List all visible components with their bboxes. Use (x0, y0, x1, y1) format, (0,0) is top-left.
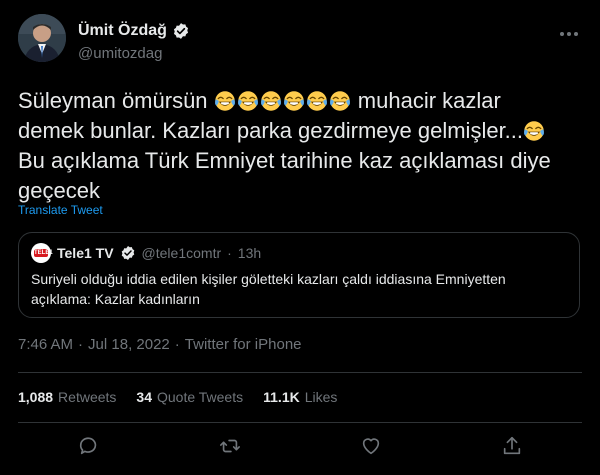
laughing-emoji-icon (260, 90, 282, 112)
quote-tweets-label: Quote Tweets (156, 389, 244, 405)
quoted-timestamp[interactable]: 13h (238, 245, 261, 261)
quoted-account-avatar[interactable]: TELE1 (31, 243, 53, 263)
translate-tweet-link[interactable]: Translate Tweet (18, 203, 103, 217)
laughing-emoji-icon (214, 90, 236, 112)
tweet-date[interactable]: Jul 18, 2022 (88, 336, 170, 353)
author-handle[interactable]: @umitozdag (78, 45, 162, 62)
retweets-count: 1,088 (18, 389, 54, 405)
laughing-emoji-icon (523, 120, 545, 142)
tweet-detail: Ümit Özdağ @umitozdag Süleyman ömürsün m… (0, 0, 600, 475)
laughing-emoji-icon (283, 90, 305, 112)
separator-dot: · (78, 336, 84, 353)
tweet-text-part: demek bunlar. Kazları parka gezdirmeye g… (18, 118, 524, 143)
quote-tweets-stat[interactable]: 34 Quote Tweets (136, 389, 243, 405)
author-name[interactable]: Ümit Özdağ (78, 22, 167, 40)
quoted-logo-text: TELE1 (34, 249, 53, 257)
verified-badge-icon (173, 23, 188, 39)
retweets-stat[interactable]: 1,088 Retweets (18, 389, 116, 405)
profile-avatar[interactable] (18, 14, 66, 62)
separator-dot: · (174, 336, 180, 353)
reply-icon[interactable] (71, 428, 107, 464)
verified-badge-icon (121, 246, 134, 260)
retweets-label: Retweets (58, 389, 117, 405)
more-options-icon[interactable] (556, 24, 582, 44)
tweet-text-part: muhacir kazlar (357, 88, 501, 113)
likes-stat[interactable]: 11.1K Likes (263, 389, 337, 405)
quoted-tweet-text: Suriyeli olduğu iddia edilen kişiler göl… (31, 271, 506, 307)
laughing-emoji-icon (237, 90, 259, 112)
tweet-text-part: Bu açıklama Türk Emniyet tarihine kaz aç… (18, 148, 551, 173)
divider (18, 422, 582, 423)
tweet-text: Süleyman ömürsün muhacir kazlar demek bu… (18, 86, 588, 206)
tweet-actions (18, 428, 582, 464)
laughing-emoji-icon (306, 90, 328, 112)
like-icon[interactable] (353, 428, 389, 464)
tweet-time[interactable]: 7:46 AM (18, 336, 73, 353)
tweet-text-part: Süleyman ömürsün (18, 88, 208, 113)
tweet-meta: 7:46 AM · Jul 18, 2022 · Twitter for iPh… (18, 336, 302, 353)
share-icon[interactable] (494, 428, 530, 464)
quoted-tweet-card[interactable]: TELE1 Tele1 TV @tele1comtr · 13h Suriyel… (18, 232, 580, 318)
laughing-emoji-icon (329, 90, 351, 112)
tweet-source[interactable]: Twitter for iPhone (185, 336, 302, 353)
likes-label: Likes (304, 389, 338, 405)
tweet-text-part: geçecek (18, 178, 100, 203)
quoted-tweet-header: TELE1 Tele1 TV @tele1comtr · 13h (31, 243, 261, 263)
separator-dot: · (227, 245, 232, 261)
retweet-icon[interactable] (212, 428, 248, 464)
engagement-stats: 1,088 Retweets 34 Quote Tweets 11.1K Lik… (18, 389, 337, 405)
quoted-account-name[interactable]: Tele1 TV (57, 245, 114, 261)
quote-tweets-count: 34 (136, 389, 152, 405)
divider (18, 372, 582, 373)
likes-count: 11.1K (263, 389, 300, 405)
quoted-account-handle[interactable]: @tele1comtr (142, 245, 222, 261)
author-name-row: Ümit Özdağ (78, 22, 190, 40)
